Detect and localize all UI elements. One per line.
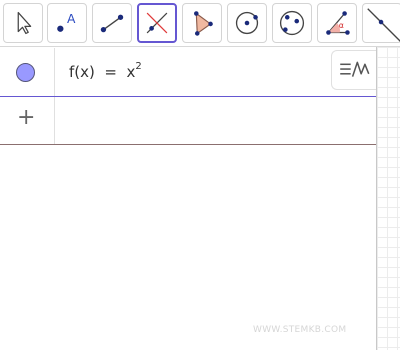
svg-text:A: A xyxy=(67,12,76,26)
graphics-view[interactable] xyxy=(376,47,400,350)
perpendicular-line-tool[interactable] xyxy=(137,3,177,43)
line-icon xyxy=(367,8,400,42)
toolbar: A α xyxy=(0,0,400,47)
polygon-icon xyxy=(194,11,213,36)
formula-exponent: 2 xyxy=(135,61,142,72)
segment-tool[interactable] xyxy=(92,3,132,43)
visibility-column xyxy=(0,48,55,96)
circle-through-points-icon xyxy=(279,10,305,36)
add-column: + xyxy=(0,97,55,144)
formula-base: f(x) = x xyxy=(69,63,136,81)
segment-icon xyxy=(100,14,124,33)
move-tool[interactable] xyxy=(3,3,43,43)
svg-text:α: α xyxy=(339,21,344,30)
add-item-plus-icon[interactable]: + xyxy=(17,106,35,130)
watermark: WWW.STEMKB.COM xyxy=(253,325,347,335)
algebra-view: f(x) = x2 + xyxy=(0,48,376,350)
algebra-row-f[interactable]: f(x) = x2 xyxy=(0,48,376,97)
algebra-style-button[interactable] xyxy=(331,50,376,90)
polygon-tool[interactable] xyxy=(182,3,222,43)
cursor-arrow-icon xyxy=(17,11,32,35)
point-with-label-icon: A xyxy=(57,12,76,32)
algebra-style-icon xyxy=(340,61,370,77)
circle-center-point-tool[interactable] xyxy=(227,3,267,43)
algebra-formula[interactable]: f(x) = x2 xyxy=(69,61,142,81)
geogebra-app: A α f(x) = x2 + WWW.STEMKB.COM xyxy=(0,0,400,350)
visibility-toggle-marble[interactable] xyxy=(16,63,35,82)
perpendicular-line-icon xyxy=(146,12,168,34)
angle-icon: α xyxy=(326,11,350,35)
line-tool[interactable] xyxy=(362,3,400,43)
circle-with-center-icon xyxy=(235,11,259,35)
angle-tool[interactable]: α xyxy=(317,3,357,43)
algebra-input-row[interactable]: + xyxy=(0,97,376,145)
circle-through-points-tool[interactable] xyxy=(272,3,312,43)
point-tool[interactable]: A xyxy=(47,3,87,43)
